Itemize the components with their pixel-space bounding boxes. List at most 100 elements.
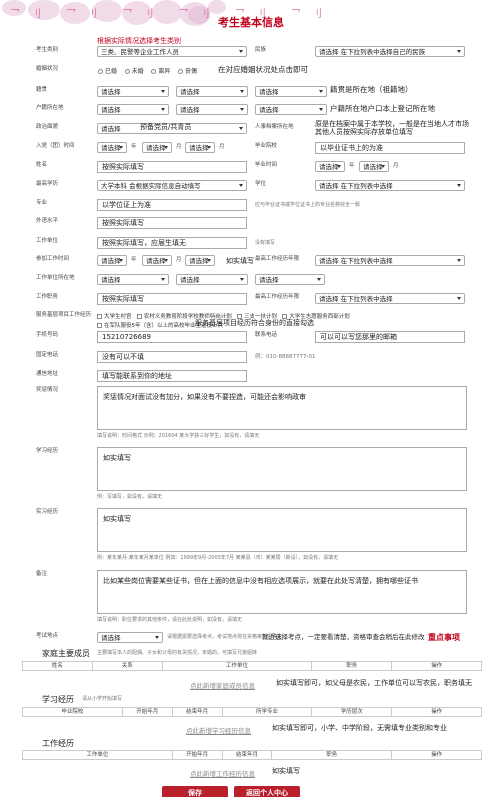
work-city-select[interactable]: 请选择 xyxy=(176,274,248,285)
study-title: 学习经历 xyxy=(42,695,74,704)
join-month-select[interactable]: 请选择 xyxy=(142,142,172,153)
ethnicity-select[interactable]: 请选择 在下拉列表中选择自己的民族 xyxy=(315,46,465,57)
awards-textarea[interactable]: 奖惩情况对面试没有加分，如果没有不要捏造，可能还会影响政审 xyxy=(97,386,467,430)
label-edu: 最高学历 xyxy=(36,181,59,187)
major-input[interactable]: 以学位证上为准 xyxy=(97,199,247,211)
label-native: 籍贯 xyxy=(36,87,48,93)
col-header: 职务 xyxy=(311,661,393,671)
key-note: 重点事项 xyxy=(428,633,460,642)
add-study-link[interactable]: 点此新增学习经历信息 xyxy=(186,725,251,735)
label-cur-place: 工作单位所在地 xyxy=(36,275,75,281)
col-header: 工作单位 xyxy=(161,661,313,671)
label-birthplace: 户籍所在地 xyxy=(36,105,64,111)
save-button[interactable]: 保存 xyxy=(162,786,228,797)
marital-option[interactable]: 已婚 xyxy=(98,68,117,75)
remark-textarea[interactable]: 比如某些岗位需要某些证书，但在上面的信息中没有相应选项展示，就要在此处写清楚，拥… xyxy=(97,570,467,614)
day-unit: 月 xyxy=(219,144,225,150)
table-header-row: 工作单位 开始年月 结束年月 职务 操作 xyxy=(22,750,482,760)
note-politics-option: 预备党员/共青员 xyxy=(140,123,192,131)
add-family-link[interactable]: 点此新增家庭成员信息 xyxy=(190,680,255,690)
name-input[interactable]: 按照实际填写 xyxy=(97,161,247,173)
start-work-day-select[interactable]: 请选择 xyxy=(185,255,215,266)
label-name: 姓名 xyxy=(36,162,48,168)
label-foreign: 外语水平 xyxy=(36,218,59,224)
label-talent: 人事档案所在地 xyxy=(255,124,294,130)
study-textarea[interactable]: 如实填写 xyxy=(97,447,467,491)
marital-option[interactable]: 丧偶 xyxy=(177,68,197,75)
home-phone-input[interactable]: 没有可以不填 xyxy=(97,351,247,363)
rank-select[interactable]: 请选择 在下拉列表中选择 xyxy=(315,255,465,266)
native-province-select[interactable]: 请选择 xyxy=(97,86,169,97)
note-hukou: 户籍所在地户口本上登记所在地 xyxy=(330,104,435,113)
note-study: 如实填写即可，小学、中学阶段，无需填专业类别和专业 xyxy=(272,724,447,732)
start-work-month-select[interactable]: 请选择 xyxy=(142,255,172,266)
study-subtitle: 请从小学开始填写 xyxy=(82,696,123,702)
work-title: 工作经历 xyxy=(42,739,74,748)
back-button[interactable]: 返回个人中心 xyxy=(234,786,300,797)
label-category: 考生类别 xyxy=(36,47,59,53)
foreign-input[interactable]: 按照实际填写 xyxy=(97,217,247,229)
rank2-select[interactable]: 请选择 在下拉列表中选择 xyxy=(315,293,465,304)
month-unit: 月 xyxy=(393,163,399,169)
join-year-select[interactable]: 请选择 xyxy=(97,142,127,153)
email-input[interactable]: 可以可以写您那里的邮箱 xyxy=(315,331,465,343)
label-work-unit: 工作单位 xyxy=(36,238,59,244)
grad-school-input[interactable]: 以毕业证书上的为准 xyxy=(315,142,465,154)
note-category: 根据实际情况选择考生类别 xyxy=(97,37,181,45)
table-header-row: 姓名 关系 工作单位 职务 操作 xyxy=(22,661,482,671)
family-subtitle: 主要填写本人的配偶、子女和父母的有关情况，未婚的，可填写兄弟姐妹 xyxy=(97,650,258,656)
label-study-exp: 学习经历 xyxy=(36,448,59,454)
service-option[interactable]: 大学生村官 xyxy=(97,314,132,320)
label-address: 通信地址 xyxy=(36,371,59,377)
awards-help: 填写说明：时间格式 示例：201604 某大学获三好学生，如没有，请填无 xyxy=(97,433,260,439)
add-work-link[interactable]: 点此新增工作经历信息 xyxy=(190,768,255,778)
work-county-select[interactable]: 请选择 xyxy=(255,274,325,285)
label-grad-school: 毕业院校 xyxy=(255,143,278,149)
label-exam-site: 考试地点 xyxy=(36,633,59,639)
year-unit: 年 xyxy=(131,144,137,150)
note-marital: 在对应婚姻状况处点击即可 xyxy=(218,65,308,74)
col-header: 操作 xyxy=(391,750,482,760)
start-work-year-select[interactable]: 请选择 xyxy=(97,255,127,266)
label-ethnicity: 民族 xyxy=(255,47,267,53)
col-header: 工作单位 xyxy=(22,750,173,760)
marital-option[interactable]: 未婚 xyxy=(124,68,144,75)
work-unit-help: 没有填写 xyxy=(255,240,276,246)
label-rank2: 最高工作经历年限 xyxy=(255,294,300,300)
remark-help: 填写说明：职位要求的其他条件，请在此处说明，如没有，请填无 xyxy=(97,617,243,623)
category-select[interactable]: 三类、民警等企业工作人员 xyxy=(97,46,247,57)
home-phone-help: 例：010-88887777-01 xyxy=(255,354,316,360)
label-id-phone: 联系电话 xyxy=(255,332,278,338)
marital-radio-group: 已婚 未婚 离异 丧偶 xyxy=(98,66,197,75)
family-table: 姓名 关系 工作单位 职务 操作 xyxy=(22,661,482,671)
marital-option[interactable]: 离异 xyxy=(151,68,170,75)
phone-input[interactable]: 15210726689 xyxy=(97,331,247,343)
work-province-select[interactable]: 请选择 xyxy=(97,274,169,285)
exam-site-select[interactable]: 请选择 xyxy=(97,632,163,643)
label-marital: 婚姻状况 xyxy=(36,66,59,72)
table-header-row: 毕业院校 开始年月 结束年月 所学专业 学历层次 操作 xyxy=(22,707,482,717)
label-home-phone: 固定电话 xyxy=(36,352,59,358)
label-remark: 备注 xyxy=(36,571,48,577)
practice-textarea[interactable]: 如实填写 xyxy=(97,508,467,552)
work-table: 工作单位 开始年月 结束年月 职务 操作 xyxy=(22,750,482,760)
note-fill: 如实填写 xyxy=(226,257,254,265)
work-unit-input[interactable]: 按照实际填写，应届生填无 xyxy=(97,237,247,249)
hukou-province-select[interactable]: 请选择 xyxy=(97,104,169,115)
label-start-work: 参加工作时间 xyxy=(36,256,70,262)
address-input[interactable]: 填写能联系到你的地址 xyxy=(97,370,247,382)
col-header: 结束年月 xyxy=(221,750,273,760)
position-input[interactable]: 按照实际填写 xyxy=(97,293,247,305)
native-county-select[interactable]: 请选择 xyxy=(255,86,327,97)
label-awards: 奖惩情况 xyxy=(36,387,59,393)
grad-year-select[interactable]: 请选择 xyxy=(315,161,345,172)
edu-select[interactable]: 大学本科 会根据实际信息自动填写 xyxy=(97,180,247,191)
hukou-county-select[interactable]: 请选择 xyxy=(255,104,327,115)
grad-month-select[interactable]: 请选择 xyxy=(359,161,389,172)
join-day-select[interactable]: 请选择 xyxy=(185,142,215,153)
native-city-select[interactable]: 请选择 xyxy=(176,86,248,97)
hukou-city-select[interactable]: 请选择 xyxy=(176,104,248,115)
degree-select[interactable]: 请选择 在下拉列表中选择 xyxy=(315,180,465,191)
col-header: 操作 xyxy=(391,707,482,717)
label-practice: 实习经历 xyxy=(36,509,59,515)
